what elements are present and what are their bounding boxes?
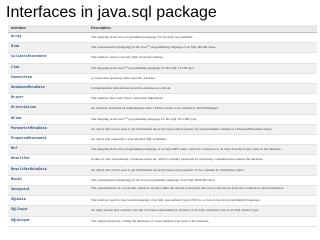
interface-description: The representation (mapping) in the Java… <box>88 175 317 187</box>
interface-description: The representation of a savepoint, which… <box>88 185 317 197</box>
table-row: SQLInput An input stream that contains a… <box>8 205 317 217</box>
interface-name[interactable]: SQLInput <box>8 205 88 217</box>
interface-description: The representation (mapping) in the Java… <box>88 42 317 54</box>
interface-name[interactable]: RowId <box>8 175 88 187</box>
interface-name[interactable]: ResultSet <box>8 154 88 166</box>
column-header-description: Description <box>88 25 317 33</box>
table-row: Driver The interface that every driver c… <box>8 93 317 105</box>
interface-description: The mapping in the Java programming lang… <box>88 144 317 156</box>
interface-name[interactable]: ResultSetMetaData <box>8 165 88 176</box>
table-row: DatabaseMetaData Comprehensive informati… <box>8 83 317 95</box>
interface-name[interactable]: DatabaseMetaData <box>8 83 88 95</box>
table-row: ParameterMetaData An object that can be … <box>8 124 317 136</box>
table-row: PreparedStatement An object that represe… <box>8 134 317 146</box>
table-row: SQLOutput The output stream for writing … <box>8 216 317 227</box>
interface-table: Interface Description Array The mapping … <box>8 25 317 227</box>
column-header-interface: Interface <box>8 25 88 33</box>
table-row: Connection A connection (session) with a… <box>8 73 317 85</box>
table-row: SQLData The interface used for the custo… <box>8 195 317 207</box>
interface-description: The mapping in the Java programming lang… <box>88 32 317 44</box>
table-row: Savepoint The representation of a savepo… <box>8 185 317 197</box>
interface-description: The output stream for writing the attrib… <box>88 216 317 227</box>
interface-description: An object that can be used to get inform… <box>88 165 317 176</box>
table-row: NClob The mapping in the Java™ programmi… <box>8 114 317 125</box>
interface-name[interactable]: CallableStatement <box>8 52 88 64</box>
interface-name[interactable]: Ref <box>8 144 88 156</box>
table-header-row: Interface Description <box>8 25 317 33</box>
interface-name[interactable]: NClob <box>8 114 88 125</box>
table-row: CallableStatement The interface used to … <box>8 52 317 64</box>
interface-description: An object that represents a precompiled … <box>88 134 317 146</box>
interface-description: The mapping in the Java™ programming lan… <box>88 114 317 125</box>
slide: Interfaces in java.sql package Interface… <box>0 0 320 240</box>
table-row: Clob The mapping in the Java™ programmin… <box>8 63 317 74</box>
table-row: Ref The mapping in the Java programming … <box>8 144 317 156</box>
interface-name[interactable]: SQLOutput <box>8 216 88 227</box>
table-row: ResultSet A table of data representing a… <box>8 154 317 166</box>
interface-name[interactable]: DriverAction <box>8 103 88 115</box>
interface-description: The mapping in the Java™ programming lan… <box>88 63 317 74</box>
interface-description: A table of data representing a database … <box>88 154 317 166</box>
interface-description: The interface used for the custom mappin… <box>88 195 317 207</box>
table-row: RowId The representation (mapping) in th… <box>8 175 317 187</box>
interface-name[interactable]: ParameterMetaData <box>8 124 88 136</box>
interface-name[interactable]: Connection <box>8 73 88 85</box>
slide-title: Interfaces in java.sql package <box>6 4 217 21</box>
table-row: DriverAction An interface that must be i… <box>8 103 317 115</box>
interface-description: A connection (session) with a specific d… <box>88 73 317 85</box>
interface-name[interactable]: Blob <box>8 42 88 54</box>
table-row: ResultSetMetaData An object that can be … <box>8 165 317 176</box>
interface-description: The interface used to execute SQL stored… <box>88 52 317 64</box>
interface-name[interactable]: Clob <box>8 63 88 74</box>
interface-name[interactable]: PreparedStatement <box>8 134 88 146</box>
interface-name[interactable]: Savepoint <box>8 185 88 197</box>
interface-description: An object that can be used to get inform… <box>88 124 317 136</box>
interface-description: The interface that every driver class mu… <box>88 93 317 105</box>
interface-description: An interface that must be implemented wh… <box>88 103 317 115</box>
table-row: Blob The representation (mapping) in the… <box>8 42 317 54</box>
interface-description: An input stream that contains a stream o… <box>88 205 317 217</box>
interface-name[interactable]: SQLData <box>8 195 88 207</box>
table-row: Array The mapping in the Java programmin… <box>8 32 317 44</box>
interface-description: Comprehensive information about the data… <box>88 83 317 95</box>
interface-name[interactable]: Array <box>8 32 88 44</box>
interface-name[interactable]: Driver <box>8 93 88 105</box>
